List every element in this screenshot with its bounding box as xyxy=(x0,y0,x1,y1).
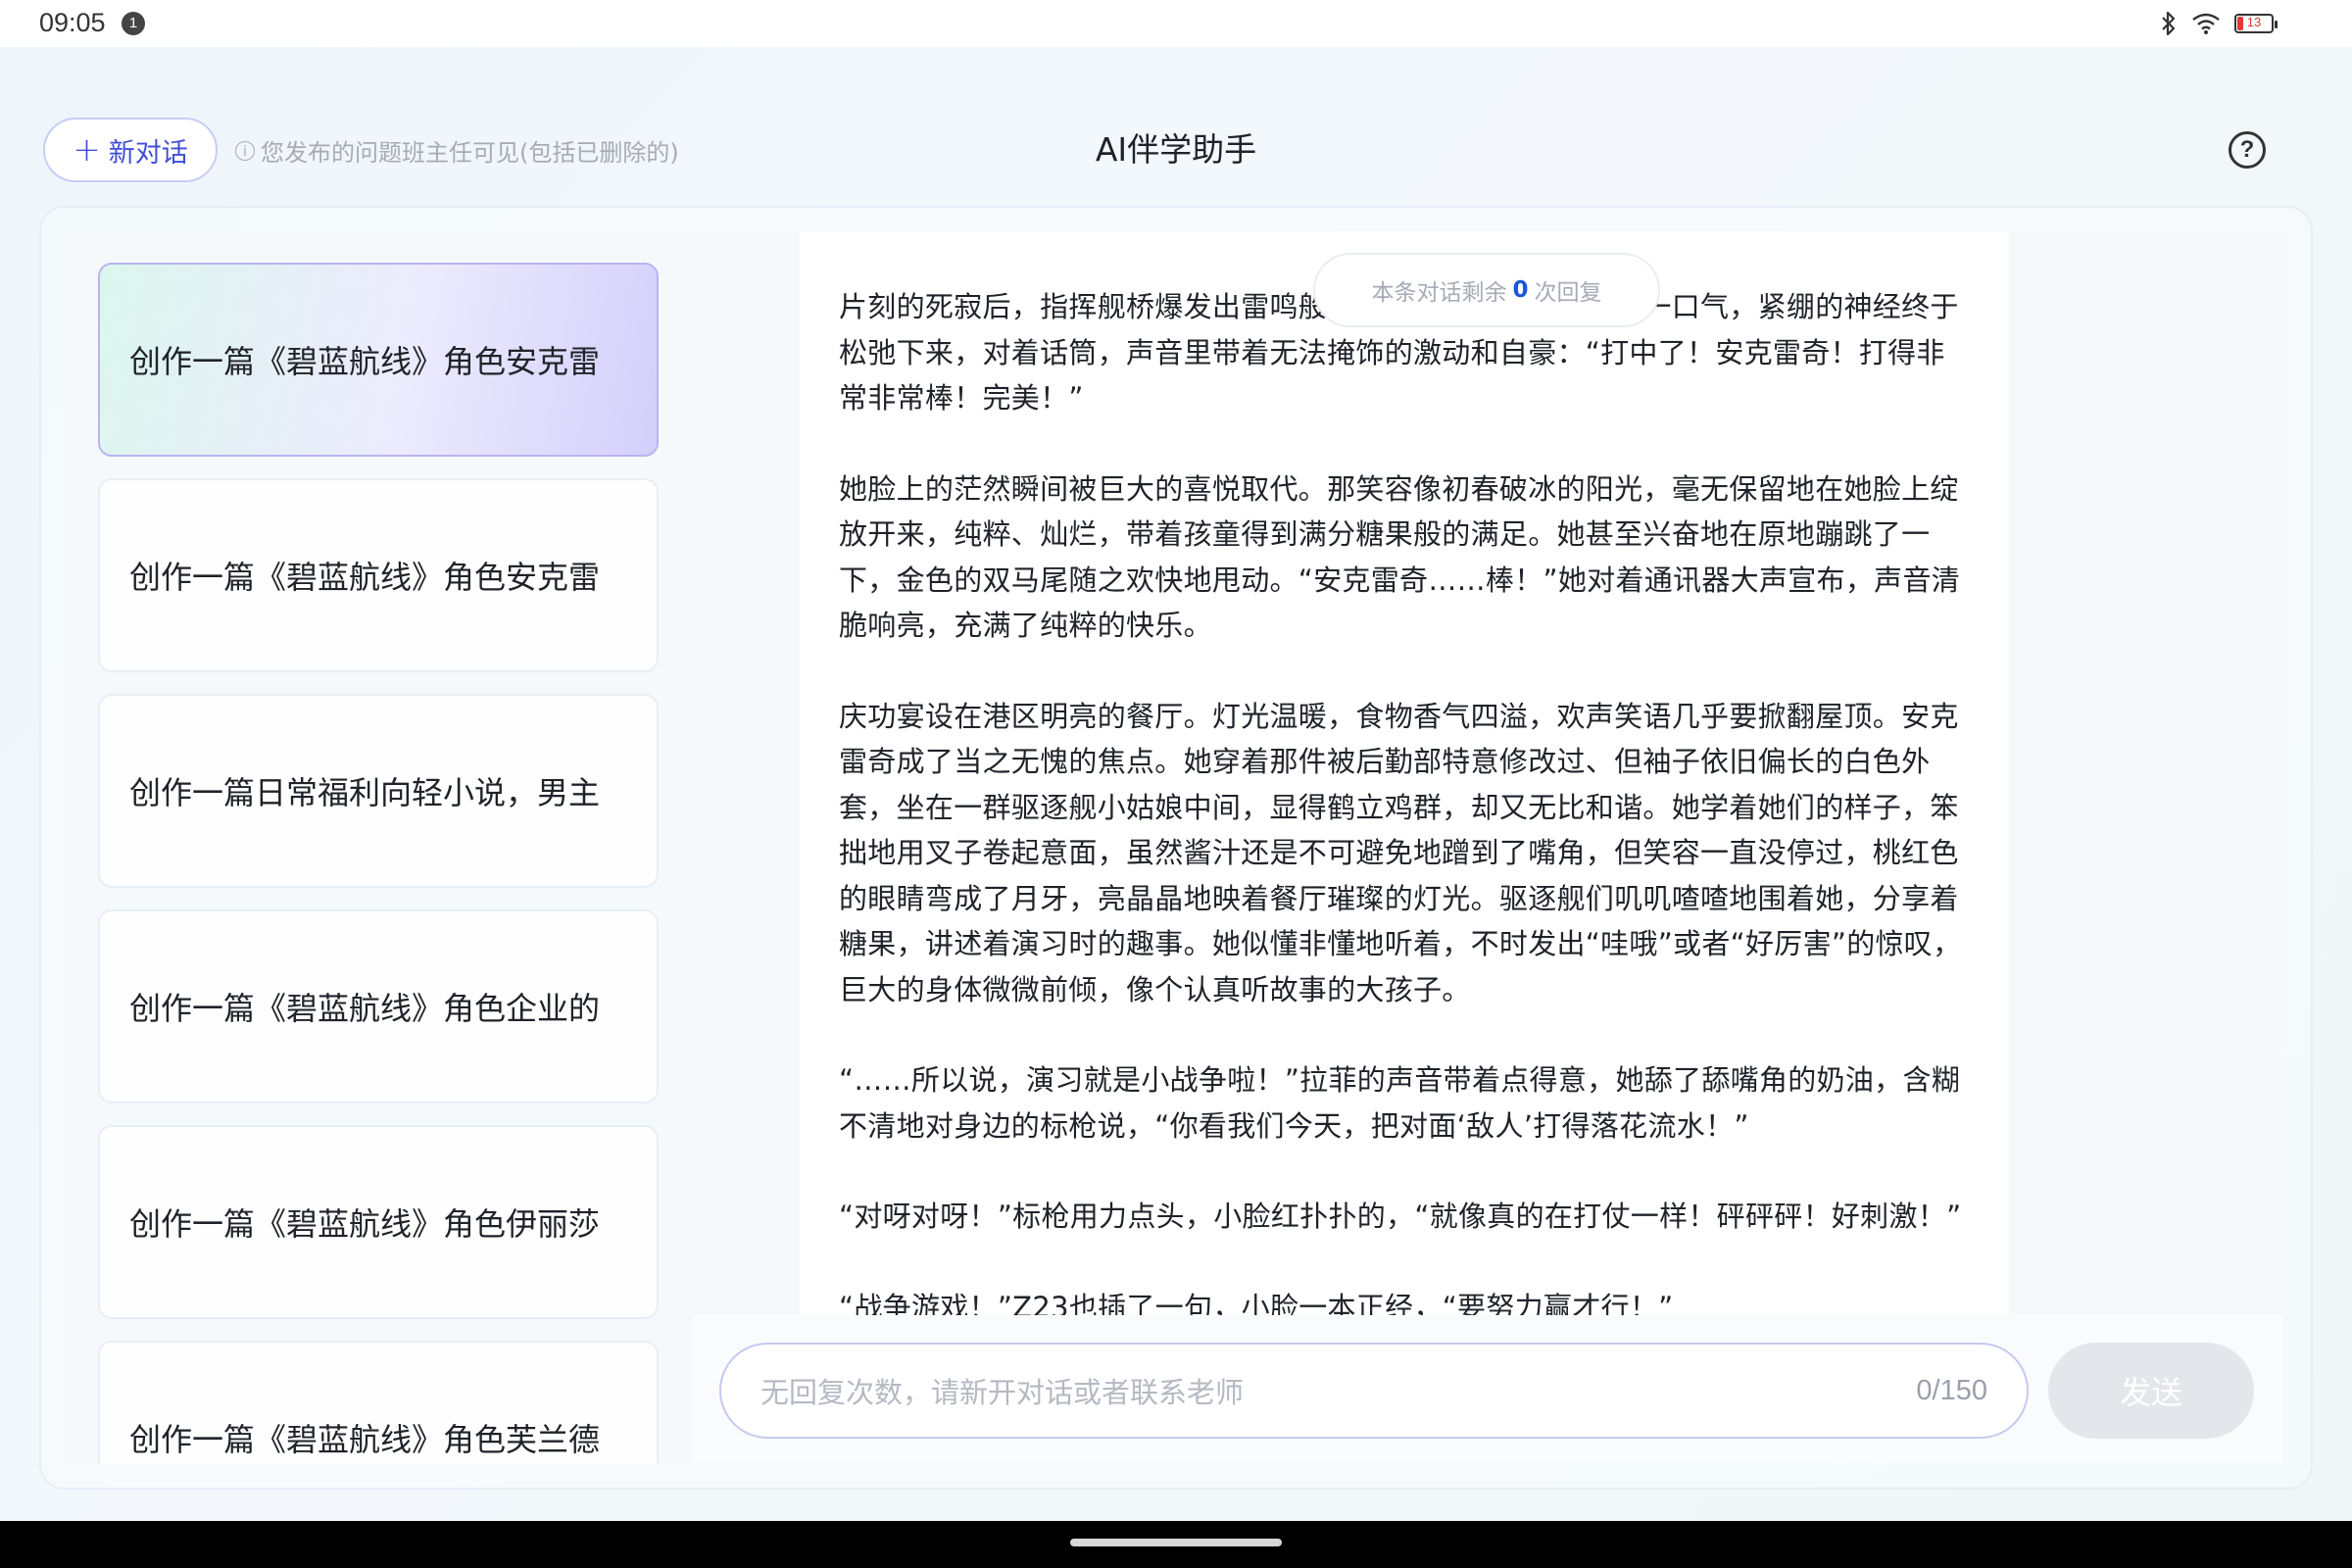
page-title: AI伴学助手 xyxy=(1095,130,1257,169)
conversation-list: 创作一篇《碧蓝航线》角色安克雷 创作一篇《碧蓝航线》角色安克雷 创作一篇日常福利… xyxy=(65,231,692,1463)
remaining-replies-suffix: 次回复 xyxy=(1534,280,1602,306)
message-paragraph: 庆功宴设在港区明亮的餐厅。灯光温暖，食物香气四溢，欢声笑语几乎要掀翻屋顶。安克雷… xyxy=(839,699,1962,1006)
home-indicator[interactable] xyxy=(1070,1539,1282,1546)
status-icons: 13 xyxy=(2160,8,2278,39)
wifi-icon xyxy=(2192,13,2220,34)
conversation-item[interactable]: 创作一篇日常福利向轻小说，男主 xyxy=(98,694,659,888)
conversation-item[interactable]: 创作一篇《碧蓝航线》角色企业的 xyxy=(98,909,659,1103)
conversation-item[interactable]: 创作一篇《碧蓝航线》角色安克雷 xyxy=(98,478,659,672)
battery-level: 13 xyxy=(2246,15,2262,29)
message-paragraph: 她脸上的茫然瞬间被巨大的喜悦取代。那笑容像初春破冰的阳光，毫无保留地在她脸上绽放… xyxy=(839,471,1961,643)
message-input-placeholder: 无回复次数，请新开对话或者联系老师 xyxy=(760,1376,1245,1409)
notification-badge-icon: 1 xyxy=(122,12,145,35)
status-bar: 09:05 1 13 xyxy=(0,0,2352,47)
help-icon[interactable]: ? xyxy=(2229,131,2266,169)
message-paragraph: “……所以说，演习就是小战争啦！”拉菲的声音带着点得意，她舔了舔嘴角的奶油，含糊… xyxy=(839,1063,1961,1143)
conversation-item-active[interactable]: 创作一篇《碧蓝航线》角色安克雷 xyxy=(98,263,659,457)
conversation-item[interactable]: 创作一篇《碧蓝航线》角色芙兰德 xyxy=(98,1341,659,1463)
message-paragraph: “对呀对呀！”标枪用力点头，小脸红扑扑的，“就像真的在打仗一样！砰砰砰！好刺激！… xyxy=(839,1200,1962,1233)
message-input[interactable]: 无回复次数，请新开对话或者联系老师 0/150 xyxy=(719,1343,2029,1439)
remaining-replies-prefix: 本条对话剩余 xyxy=(1371,280,1507,306)
character-counter: 0/150 xyxy=(1916,1374,1987,1406)
bluetooth-icon xyxy=(2162,11,2176,36)
remaining-replies-banner: 本条对话剩余 0 次回复 xyxy=(1313,253,1660,327)
battery-icon: 13 xyxy=(2234,14,2278,33)
ai-message: 片刻的死寂后，指挥舰桥爆发出雷鸣般的欢呼。指挥官也长舒了一口气，紧绷的神经终于松… xyxy=(800,231,2009,1315)
send-button[interactable]: 发送 xyxy=(2048,1343,2254,1439)
message-paragraph: “战争游戏！”Z23也插了一句，小脸一本正经，“要努力赢才行！” xyxy=(839,1290,1674,1316)
status-time: 09:05 xyxy=(39,8,106,37)
conversation-item[interactable]: 创作一篇《碧蓝航线》角色伊丽莎 xyxy=(98,1125,659,1319)
remaining-replies-count: 0 xyxy=(1512,277,1529,303)
